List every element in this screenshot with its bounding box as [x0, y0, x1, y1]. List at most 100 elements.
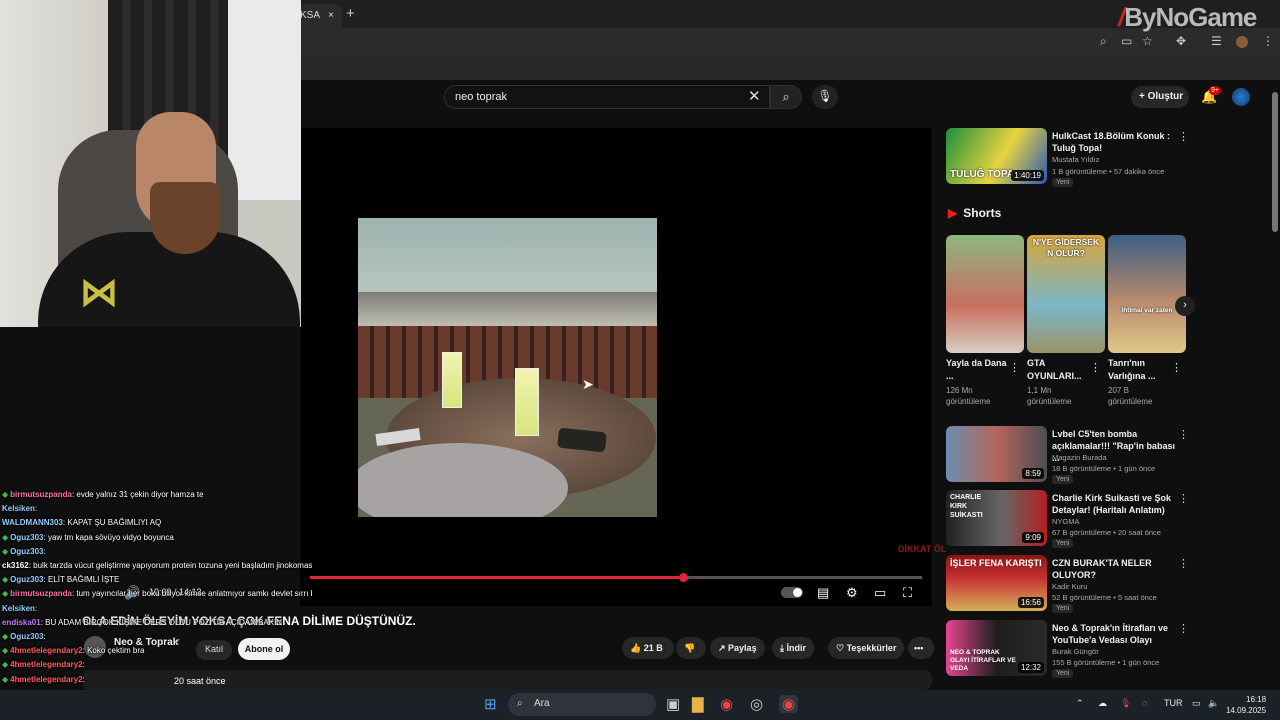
sidebar-video-channel[interactable]: Mustafa Yıldız — [1052, 154, 1099, 165]
short-thumbnail[interactable]: ihtimal var zaten — [1108, 235, 1186, 353]
more-options-icon[interactable]: ⋮ — [1171, 361, 1182, 374]
more-options-icon[interactable]: ⋮ — [1178, 622, 1189, 635]
language-indicator[interactable]: TUR — [1164, 698, 1183, 708]
sidebar-video[interactable]: TULUĞ TOPA 1:40:19 HulkCast 18.Bölüm Kon… — [946, 128, 1246, 190]
microphone-icon[interactable]: 🎙 — [1120, 698, 1131, 709]
file-explorer-icon[interactable]: ▇ — [692, 695, 704, 713]
webcam-shirt-print: ⋈ — [80, 272, 118, 314]
shorts-label: Shorts — [963, 206, 1002, 220]
scrollbar-thumb[interactable] — [1272, 92, 1278, 232]
sidebar-video[interactable]: İŞLER FENA KARIŞTI 16:56 CZN BURAK'TA NE… — [946, 555, 1246, 613]
video-duration: 9:09 — [1022, 532, 1044, 543]
more-actions-button[interactable]: ••• — [908, 637, 934, 659]
notifications-badge: 9+ — [1209, 86, 1221, 95]
new-tab-button[interactable]: + — [346, 5, 355, 22]
settings-gear-icon[interactable]: ⚙ — [846, 585, 858, 601]
video-thumbnail[interactable]: TULUĞ TOPA 1:40:19 — [946, 128, 1047, 184]
sidebar-video-title[interactable]: Neo & Toprak'ın İtirafları ve YouTube'a … — [1052, 622, 1176, 646]
sidebar-video[interactable]: NEO & TOPRAK OLAYI İTİRAFLAR VE VEDA 12:… — [946, 620, 1246, 678]
video-thumbnail[interactable]: 8:59 — [946, 426, 1047, 482]
sidebar-video-title[interactable]: Charlie Kirk Suikasti ve Şok Detaylar! (… — [1052, 492, 1176, 516]
short-card[interactable]: Yayla da Dana ... 126 Mn görüntüleme ⋮ — [946, 235, 1024, 407]
chat-username: Kelsiken — [2, 504, 35, 514]
tray-app-icon[interactable]: ◌ — [1142, 698, 1147, 708]
thanks-button[interactable]: ♡ Teşekkürler — [828, 637, 905, 659]
chrome-active-icon[interactable]: ◉ — [779, 695, 799, 713]
webcam-streamer-beard — [150, 182, 220, 254]
profile-avatar[interactable] — [1236, 36, 1248, 48]
windows-start-icon[interactable]: ⊞ — [484, 695, 497, 713]
autoplay-toggle[interactable] — [781, 587, 803, 598]
chrome-icon[interactable]: ◉ — [720, 695, 733, 713]
voice-search-button[interactable]: 🎙 — [812, 85, 838, 109]
progress-scrubber[interactable] — [679, 573, 688, 582]
search-input[interactable]: neo toprak — [444, 85, 770, 109]
app-icon[interactable]: ◎ — [750, 695, 763, 713]
short-title[interactable]: Tanrı'nın Varlığına ... — [1108, 357, 1170, 383]
video-duration: 1:40:19 — [1011, 170, 1044, 181]
chat-badge-icon: ◆ — [2, 674, 9, 684]
download-button[interactable]: ⤓ İndir — [772, 637, 814, 659]
search-icon: ⌕ — [782, 89, 790, 104]
sidebar-video-meta: 155 B görüntüleme • 1 gün önce — [1052, 658, 1160, 667]
short-title[interactable]: Yayla da Dana ... — [946, 357, 1008, 383]
more-options-icon[interactable]: ⋮ — [1178, 428, 1189, 441]
display-icon[interactable]: ▭ — [1192, 698, 1201, 709]
reading-list-icon[interactable]: ☰ — [1211, 34, 1222, 48]
more-options-icon[interactable]: ⋮ — [1178, 557, 1189, 570]
chat-message: ◆ Oguz303: — [2, 545, 312, 559]
chat-message: WALDMANN303: KAPAT ŞU BAĞIMLIYI AQ — [2, 516, 312, 530]
sidebar-video-title[interactable]: CZN BURAK'TA NELER OLUYOR? — [1052, 557, 1176, 581]
short-thumbnail[interactable]: N'YE GİDERSEK N OLUR? — [1027, 235, 1105, 353]
more-options-icon[interactable]: ⋮ — [1009, 361, 1020, 374]
sidebar-video-channel[interactable]: Kadir Kuru — [1052, 581, 1087, 592]
short-thumbnail[interactable] — [946, 235, 1024, 353]
taskbar-search[interactable]: ⌕ Ara — [508, 693, 656, 716]
video-thumbnail[interactable]: İŞLER FENA KARIŞTI 16:56 — [946, 555, 1047, 611]
new-badge: Yeni — [1052, 669, 1074, 678]
short-overlay-text: ihtimal var zaten — [1121, 307, 1173, 314]
sidebar-video-channel[interactable]: Magazin Burada — [1052, 452, 1107, 463]
subtitles-icon[interactable]: ▤ — [817, 585, 829, 601]
shorts-next-button[interactable]: › — [1175, 296, 1195, 316]
like-button[interactable]: 👍 21 B — [622, 637, 674, 659]
sidebar-video[interactable]: 8:59 Lvbel C5'ten bomba açıklamalar!!! "… — [946, 426, 1246, 484]
share-button[interactable]: ↗ Paylaş — [710, 637, 765, 659]
extensions-icon[interactable]: ✥ — [1176, 34, 1186, 48]
task-view-icon[interactable]: ▣ — [666, 695, 680, 713]
clear-search-icon[interactable]: ✕ — [748, 87, 761, 105]
theater-mode-icon[interactable]: ▭ — [874, 585, 886, 601]
tray-chevron-up-icon[interactable]: ⌃ — [1076, 698, 1084, 709]
zoom-icon[interactable]: ⌕ — [1100, 34, 1107, 49]
tab-close-icon[interactable]: × — [328, 10, 334, 21]
cast-icon[interactable]: ▭ — [1121, 34, 1132, 48]
chat-text: : — [82, 674, 85, 684]
create-button[interactable]: + Oluştur — [1131, 86, 1189, 108]
chat-username: 4hmetlelegendary2 — [10, 674, 83, 684]
more-options-icon[interactable]: ⋮ — [1090, 361, 1101, 374]
chat-text: : — [82, 660, 85, 670]
search-button[interactable]: ⌕ — [770, 85, 802, 109]
short-card[interactable]: ihtimal var zaten Tanrı'nın Varlığına ..… — [1108, 235, 1186, 407]
chat-text: : Koko çektim bra — [82, 646, 145, 656]
video-thumbnail[interactable]: NEO & TOPRAK OLAYI İTİRAFLAR VE VEDA 12:… — [946, 620, 1047, 676]
sidebar-video-channel[interactable]: NYGMA — [1052, 516, 1080, 527]
short-card[interactable]: N'YE GİDERSEK N OLUR? GTA OYUNLARI... 1,… — [1027, 235, 1105, 407]
onedrive-icon[interactable]: ☁ — [1098, 698, 1107, 709]
fullscreen-icon[interactable]: ⛶ — [903, 585, 912, 601]
dislike-button[interactable]: 👎 — [676, 637, 706, 659]
webcam-overlay: ⋈ — [0, 0, 301, 327]
sidebar-video-title[interactable]: HulkCast 18.Bölüm Konuk : Tuluğ Topa! — [1052, 130, 1176, 154]
bookmark-star-icon[interactable]: ☆ — [1142, 34, 1153, 48]
browser-menu-icon[interactable]: ⋮ — [1262, 34, 1274, 48]
video-thumbnail[interactable]: CHARLIE KIRK SUİKASTI 9:09 — [946, 490, 1047, 546]
sidebar-video[interactable]: CHARLIE KIRK SUİKASTI 9:09 Charlie Kirk … — [946, 490, 1246, 548]
more-options-icon[interactable]: ⋮ — [1178, 492, 1189, 505]
sidebar-video-channel[interactable]: Burak Güngör — [1052, 646, 1099, 657]
speaker-icon[interactable]: 🔈 — [1208, 698, 1219, 709]
system-clock[interactable]: 16:18 14.09.2025 — [1226, 694, 1266, 716]
short-title[interactable]: GTA OYUNLARI... — [1027, 357, 1089, 383]
video-frame[interactable] — [358, 218, 657, 517]
youtube-account-avatar[interactable] — [1232, 88, 1250, 106]
more-options-icon[interactable]: ⋮ — [1178, 130, 1189, 143]
